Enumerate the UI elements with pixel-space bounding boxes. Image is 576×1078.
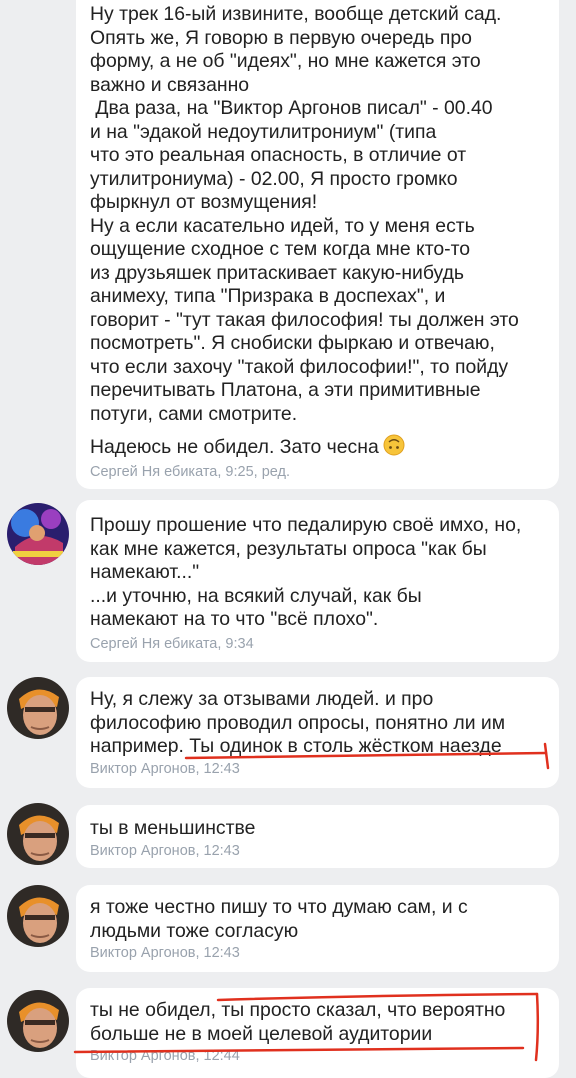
upside-down-face-emoji-icon [383, 434, 405, 456]
message-meta: Виктор Аргонов, 12:43 [90, 760, 240, 777]
message-meta: Виктор Аргонов, 12:43 [90, 842, 240, 859]
message-text: ты в меньшинстве [90, 817, 256, 839]
message-text: ты не обидел, ты просто сказал, что веро… [90, 999, 506, 1045]
message-bubble: Прошу прошение что педалирую своё имхо, … [76, 500, 559, 662]
message-text-tail: Надеюсь не обидел. Зато чесна [90, 434, 545, 460]
avatar-sergey[interactable] [7, 503, 69, 565]
message-text: я тоже честно пишу то что думаю сам, и с… [90, 896, 468, 942]
message-text: Ну трек 16-ый извините, вообще детский с… [90, 3, 519, 425]
message-text: Прошу прошение что педалирую своё имхо, … [90, 514, 522, 630]
message-meta: Сергей Ня ебиката, 9:25, ред. [90, 463, 291, 480]
message-meta: Сергей Ня ебиката, 9:34 [90, 635, 254, 652]
avatar-viktor[interactable] [7, 677, 69, 739]
message-meta: Виктор Аргонов, 12:43 [90, 945, 240, 961]
avatar-viktor[interactable] [7, 885, 69, 947]
message-bubble: ты не обидел, ты просто сказал, что веро… [76, 988, 559, 1078]
message-bubble: я тоже честно пишу то что думаю сам, и с… [76, 885, 559, 972]
message-tail-text: Надеюсь не обидел. Зато чесна [90, 436, 379, 458]
message-meta: Виктор Аргонов, 12:44 [90, 1048, 240, 1064]
message-bubble: Ну трек 16-ый извините, вообще детский с… [76, 0, 559, 489]
message-bubble: ты в меньшинстве Виктор Аргонов, 12:43 [76, 805, 559, 868]
message-text: Ну, я слежу за отзывами людей. и про фил… [90, 688, 506, 757]
avatar-viktor[interactable] [7, 803, 69, 865]
message-bubble: Ну, я слежу за отзывами людей. и про фил… [76, 677, 559, 788]
avatar-viktor[interactable] [7, 990, 69, 1052]
